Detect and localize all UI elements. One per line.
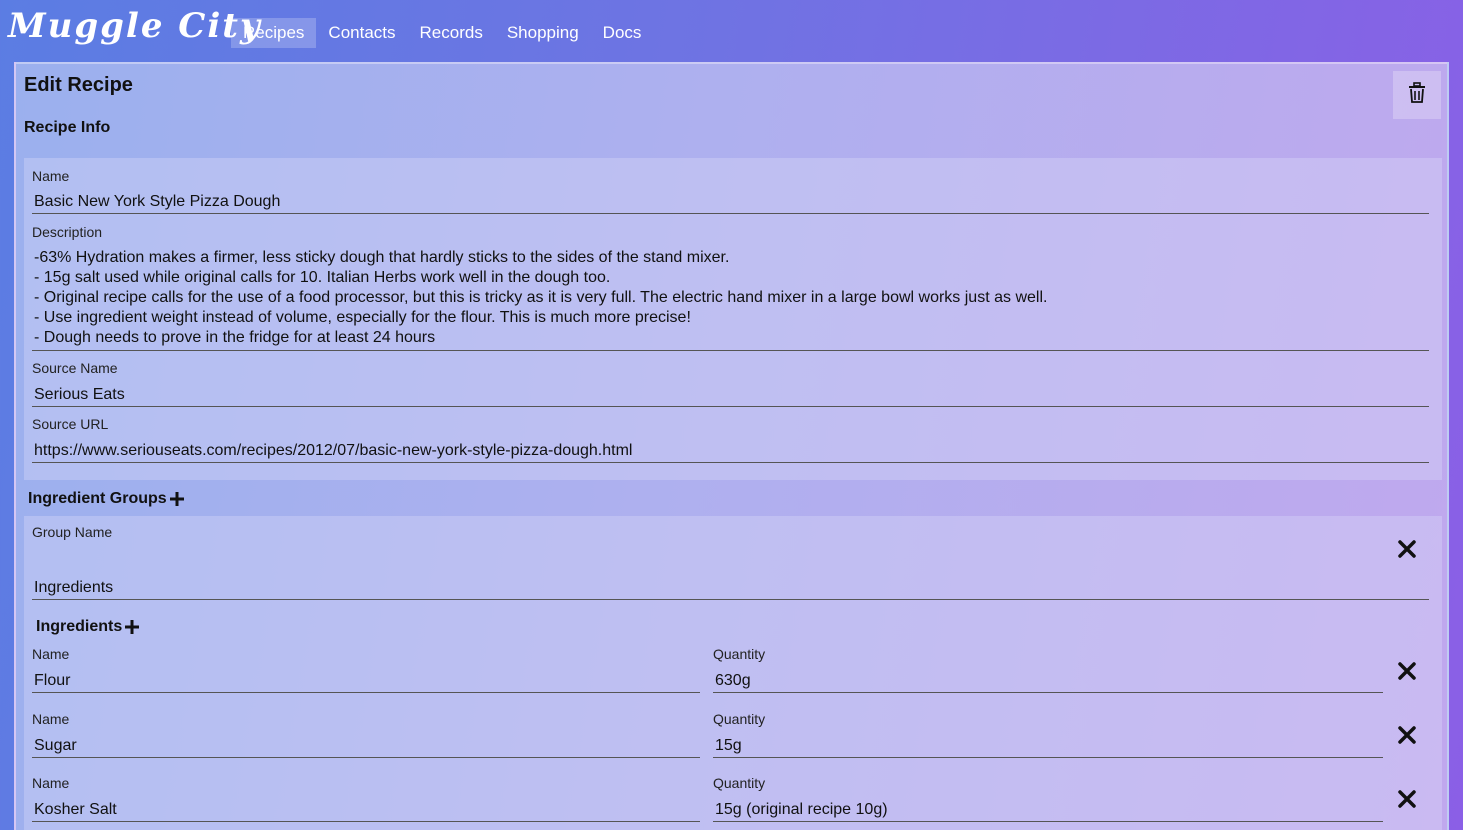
trash-icon [1407, 81, 1427, 109]
delete-recipe-button[interactable] [1393, 71, 1441, 119]
ingredient-quantity-label: Quantity [713, 646, 766, 662]
tab-recipes[interactable]: Recipes [231, 18, 317, 48]
add-ingredient-plus-icon[interactable] [125, 620, 140, 634]
ingredient-name-input[interactable]: Flour [32, 671, 700, 693]
ingredients-heading: Ingredients [36, 618, 140, 636]
source-url-input[interactable]: https://www.seriouseats.com/recipes/2012… [32, 441, 1429, 463]
source-url-label: Source URL [32, 416, 109, 432]
ingredient-groups-label: Ingredient Groups [28, 490, 167, 507]
remove-ingredient-close-icon[interactable] [1398, 726, 1416, 749]
name-label: Name [32, 168, 70, 184]
ingredient-quantity-input[interactable]: 15g (original recipe 10g) [713, 800, 1383, 822]
source-name-label: Source Name [32, 360, 118, 376]
ingredients-label: Ingredients [36, 618, 123, 635]
ingredient-groups-heading: Ingredient Groups [28, 490, 184, 508]
description-label: Description [32, 224, 103, 240]
remove-group-close-icon[interactable] [1398, 540, 1416, 563]
ingredient-quantity-input[interactable]: 15g [713, 736, 1383, 758]
remove-ingredient-close-icon[interactable] [1398, 662, 1416, 685]
page-title: Edit Recipe [24, 74, 133, 96]
ingredient-name-input[interactable]: Kosher Salt [32, 800, 700, 822]
ingredient-quantity-label: Quantity [713, 775, 766, 791]
ingredient-name-input[interactable]: Sugar [32, 736, 700, 758]
nav-tabs: Recipes Contacts Records Shopping Docs [231, 18, 653, 48]
tab-contacts[interactable]: Contacts [316, 18, 407, 48]
ingredient-quantity-input[interactable]: 630g [713, 671, 1383, 693]
recipe-name-input[interactable]: Basic New York Style Pizza Dough [32, 192, 1429, 214]
recipe-description-textarea[interactable]: -63% Hydration makes a firmer, less stic… [32, 248, 1429, 351]
tab-docs[interactable]: Docs [591, 18, 654, 48]
ingredient-group-panel: Group Name Ingredients Ingredients Name … [24, 516, 1442, 830]
edit-recipe-card: Edit Recipe Recipe Info Name Basic New Y… [14, 62, 1449, 830]
ingredient-name-label: Name [32, 646, 70, 662]
source-name-input[interactable]: Serious Eats [32, 385, 1429, 407]
add-group-plus-icon[interactable] [169, 492, 184, 506]
section-title: Recipe Info [24, 119, 111, 136]
ingredient-quantity-label: Quantity [713, 711, 766, 727]
app-logo[interactable]: Muggle City [8, 6, 262, 46]
ingredient-name-label: Name [32, 711, 70, 727]
ingredient-name-label: Name [32, 775, 70, 791]
top-nav: Muggle City Recipes Contacts Records Sho… [0, 0, 1463, 62]
remove-ingredient-close-icon[interactable] [1398, 790, 1416, 813]
group-name-input[interactable]: Ingredients [32, 578, 1429, 600]
tab-records[interactable]: Records [408, 18, 495, 48]
recipe-info-panel: Name Basic New York Style Pizza Dough De… [24, 158, 1442, 480]
tab-shopping[interactable]: Shopping [495, 18, 591, 48]
group-name-label: Group Name [32, 524, 113, 540]
